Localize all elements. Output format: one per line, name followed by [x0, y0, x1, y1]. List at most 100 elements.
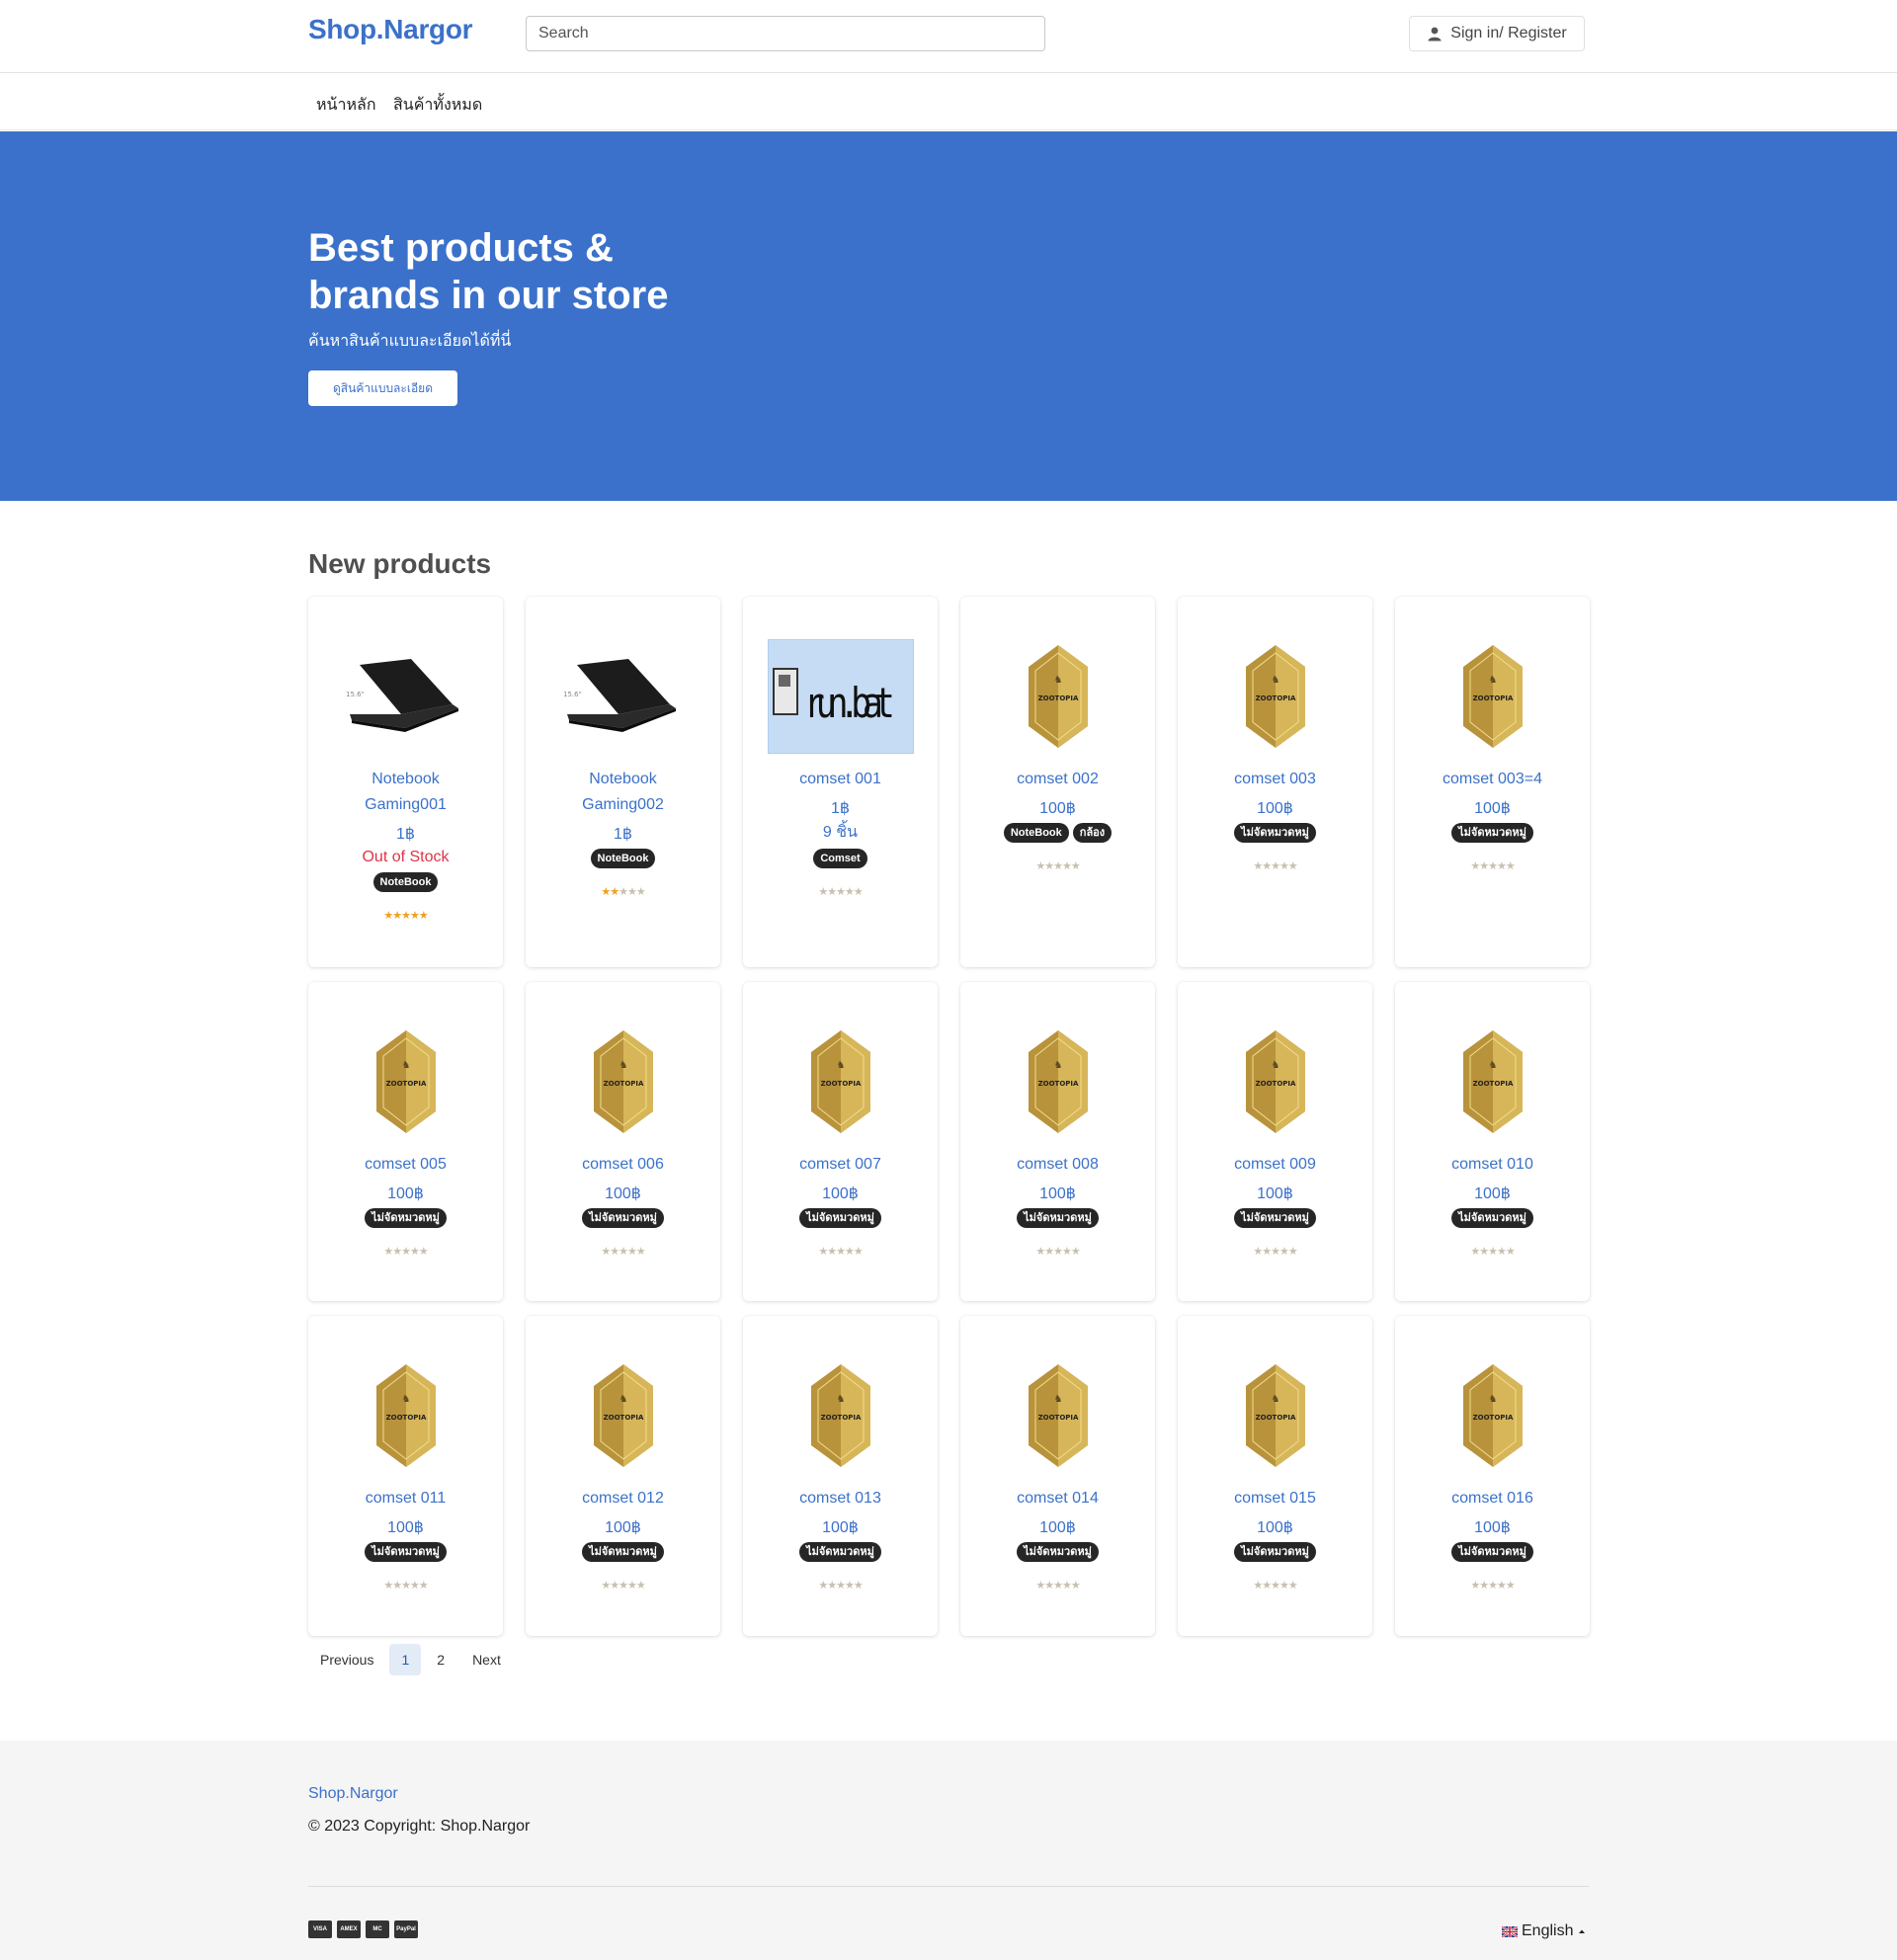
product-card[interactable]: 15.6" Notebook Gaming001 1฿ Out of Stock Not… — [308, 597, 503, 967]
category-badge[interactable]: ไม่จัดหมวดหมู่ — [799, 1208, 881, 1228]
product-name[interactable]: comset 008 — [999, 1152, 1117, 1178]
product-name[interactable]: comset 006 — [564, 1152, 683, 1178]
signin-register-button[interactable]: Sign in/ Register — [1409, 16, 1585, 51]
product-name[interactable]: comset 009 — [1216, 1152, 1335, 1178]
zootopia-badge-image: ♞ ZOOTOPIA — [1462, 1030, 1523, 1133]
product-card[interactable]: ♞ ZOOTOPIA comset 005 100฿ ไม่จัดหมวดหมู่ ★★★… — [308, 982, 503, 1301]
product-image[interactable]: ♞ ZOOTOPIA — [768, 1359, 914, 1472]
product-image[interactable]: ♞ ZOOTOPIA — [333, 1359, 479, 1472]
product-card[interactable]: ♞ ZOOTOPIA comset 014 100฿ ไม่จัดหมวดหมู่ ★★★… — [960, 1316, 1155, 1636]
product-name[interactable]: comset 003=4 — [1434, 767, 1552, 792]
product-card[interactable]: ♞ ZOOTOPIA comset 011 100฿ ไม่จัดหมวดหมู่ ★★★… — [308, 1316, 503, 1636]
product-image[interactable]: ♞ ZOOTOPIA — [1202, 640, 1349, 753]
product-name[interactable]: comset 001 — [782, 767, 900, 792]
category-badge[interactable]: ไม่จัดหมวดหมู่ — [1234, 1542, 1316, 1562]
nav-item-home[interactable]: หน้าหลัก — [316, 93, 376, 118]
product-card[interactable]: ♞ ZOOTOPIA comset 010 100฿ ไม่จัดหมวดหมู่ ★★★… — [1395, 982, 1590, 1301]
product-name[interactable]: Notebook Gaming002 — [564, 767, 683, 818]
nav-item-all-products[interactable]: สินค้าทั้งหมด — [393, 93, 482, 118]
search-input[interactable] — [526, 16, 1045, 51]
product-image[interactable]: ♞ ZOOTOPIA — [1202, 1359, 1349, 1472]
category-badge[interactable]: กล้อง — [1072, 823, 1113, 843]
product-image[interactable]: ♞ ZOOTOPIA — [1420, 1025, 1566, 1138]
pagination-previous[interactable]: Previous — [308, 1644, 385, 1675]
star-icon: ★ — [1488, 1246, 1498, 1258]
product-price: 100฿ — [1257, 1519, 1293, 1536]
product-name[interactable]: comset 005 — [347, 1152, 465, 1178]
product-image[interactable]: run.bat — [767, 639, 914, 754]
star-icon: ★ — [853, 1246, 864, 1258]
pagination-page-1[interactable]: 1 — [389, 1644, 422, 1675]
star-icon: ★ — [610, 886, 619, 898]
category-badge[interactable]: ไม่จัดหมวดหมู่ — [365, 1542, 447, 1562]
footer-brand[interactable]: Shop.Nargor — [308, 1785, 398, 1803]
svg-text:♞: ♞ — [1271, 1394, 1279, 1405]
product-card[interactable]: ♞ ZOOTOPIA comset 003 100฿ ไม่จัดหมวดหมู่ ★★★… — [1178, 597, 1372, 967]
product-name[interactable]: comset 002 — [999, 767, 1117, 792]
zootopia-badge-image: ♞ ZOOTOPIA — [593, 1364, 653, 1467]
pagination-page-2[interactable]: 2 — [425, 1644, 456, 1675]
product-name[interactable]: comset 014 — [999, 1486, 1117, 1511]
brand-logo[interactable]: Shop.Nargor — [308, 14, 473, 45]
category-badge[interactable]: ไม่จัดหมวดหมู่ — [1451, 1208, 1533, 1228]
product-card[interactable]: ♞ ZOOTOPIA comset 016 100฿ ไม่จัดหมวดหมู่ ★★★… — [1395, 1316, 1590, 1636]
product-image[interactable]: 15.6" — [333, 640, 479, 753]
category-badge[interactable]: NoteBook — [590, 849, 656, 868]
product-name[interactable]: comset 010 — [1434, 1152, 1552, 1178]
product-card[interactable]: ♞ ZOOTOPIA comset 013 100฿ ไม่จัดหมวดหมู่ ★★★… — [743, 1316, 938, 1636]
category-badge[interactable]: ไม่จัดหมวดหมู่ — [582, 1542, 664, 1562]
product-image[interactable]: ♞ ZOOTOPIA — [985, 1359, 1131, 1472]
star-icon: ★ — [1253, 1580, 1263, 1592]
star-icon: ★ — [844, 886, 855, 898]
category-badge[interactable]: ไม่จัดหมวดหมู่ — [799, 1542, 881, 1562]
product-image[interactable]: ♞ ZOOTOPIA — [550, 1359, 697, 1472]
product-image[interactable]: ♞ ZOOTOPIA — [985, 1025, 1131, 1138]
product-card[interactable]: ♞ ZOOTOPIA comset 015 100฿ ไม่จัดหมวดหมู่ ★★★… — [1178, 1316, 1372, 1636]
language-selector[interactable]: English — [1502, 1922, 1587, 1940]
star-icon: ★ — [626, 1580, 637, 1592]
visa-icon: VISA — [308, 1920, 332, 1938]
product-card[interactable]: ♞ ZOOTOPIA comset 009 100฿ ไม่จัดหมวดหมู่ ★★★… — [1178, 982, 1372, 1301]
product-name[interactable]: comset 007 — [782, 1152, 900, 1178]
category-badge[interactable]: ไม่จัดหมวดหมู่ — [1451, 823, 1533, 843]
product-name[interactable]: comset 003 — [1216, 767, 1335, 792]
category-badge[interactable]: ไม่จัดหมวดหมู่ — [1451, 1542, 1533, 1562]
product-card[interactable]: ♞ ZOOTOPIA comset 003=4 100฿ ไม่จัดหมวดหมู่ ★… — [1395, 597, 1590, 967]
product-card[interactable]: ♞ ZOOTOPIA comset 007 100฿ ไม่จัดหมวดหมู่ ★★★… — [743, 982, 938, 1301]
product-card[interactable]: 15.6" Notebook Gaming002 1฿ NoteBook ★★★★★ — [526, 597, 720, 967]
category-badge[interactable]: NoteBook — [372, 872, 439, 892]
category-badge[interactable]: ไม่จัดหมวดหมู่ — [1017, 1208, 1099, 1228]
star-icon: ★ — [1479, 860, 1489, 872]
product-name[interactable]: comset 015 — [1216, 1486, 1335, 1511]
category-badge[interactable]: Comset — [813, 849, 867, 868]
product-image[interactable]: ♞ ZOOTOPIA — [550, 1025, 697, 1138]
product-image[interactable]: ♞ ZOOTOPIA — [1420, 1359, 1566, 1472]
product-image[interactable]: ♞ ZOOTOPIA — [768, 1025, 914, 1138]
pagination-next[interactable]: Next — [460, 1644, 513, 1675]
product-image[interactable]: 15.6" — [550, 640, 697, 753]
category-badge[interactable]: NoteBook — [1003, 823, 1069, 843]
category-badge[interactable]: ไม่จัดหมวดหมู่ — [365, 1208, 447, 1228]
product-name[interactable]: comset 011 — [347, 1486, 465, 1511]
product-card[interactable]: ♞ ZOOTOPIA comset 012 100฿ ไม่จัดหมวดหมู่ ★★★… — [526, 1316, 720, 1636]
product-name[interactable]: comset 016 — [1434, 1486, 1552, 1511]
product-card[interactable]: ♞ ZOOTOPIA comset 002 100฿ NoteBook กล้อง ★★★★… — [960, 597, 1155, 967]
category-badge[interactable]: ไม่จัดหมวดหมู่ — [1234, 1208, 1316, 1228]
product-name[interactable]: comset 013 — [782, 1486, 900, 1511]
product-card[interactable]: ♞ ZOOTOPIA comset 006 100฿ ไม่จัดหมวดหมู่ ★★★… — [526, 982, 720, 1301]
product-image[interactable]: ♞ ZOOTOPIA — [1202, 1025, 1349, 1138]
product-name[interactable]: comset 012 — [564, 1486, 683, 1511]
product-card[interactable]: ♞ ZOOTOPIA comset 008 100฿ ไม่จัดหมวดหมู่ ★★★… — [960, 982, 1155, 1301]
product-image[interactable]: ♞ ZOOTOPIA — [333, 1025, 479, 1138]
category-badge[interactable]: ไม่จัดหมวดหมู่ — [1017, 1542, 1099, 1562]
product-image[interactable]: ♞ ZOOTOPIA — [985, 640, 1131, 753]
product-tags: NoteBook กล้อง — [1003, 823, 1113, 843]
product-card[interactable]: run.bat comset 001 1฿ 9 ชิ้น Comset ★★★★★ — [743, 597, 938, 967]
star-icon: ★ — [401, 910, 411, 922]
hero-cta-button[interactable]: ดูสินค้าแบบละเอียด — [308, 370, 457, 406]
category-badge[interactable]: ไม่จัดหมวดหมู่ — [582, 1208, 664, 1228]
product-image[interactable]: ♞ ZOOTOPIA — [1420, 640, 1566, 753]
product-name[interactable]: Notebook Gaming001 — [347, 767, 465, 818]
category-badge[interactable]: ไม่จัดหมวดหมู่ — [1234, 823, 1316, 843]
star-icon: ★ — [1035, 1580, 1045, 1592]
